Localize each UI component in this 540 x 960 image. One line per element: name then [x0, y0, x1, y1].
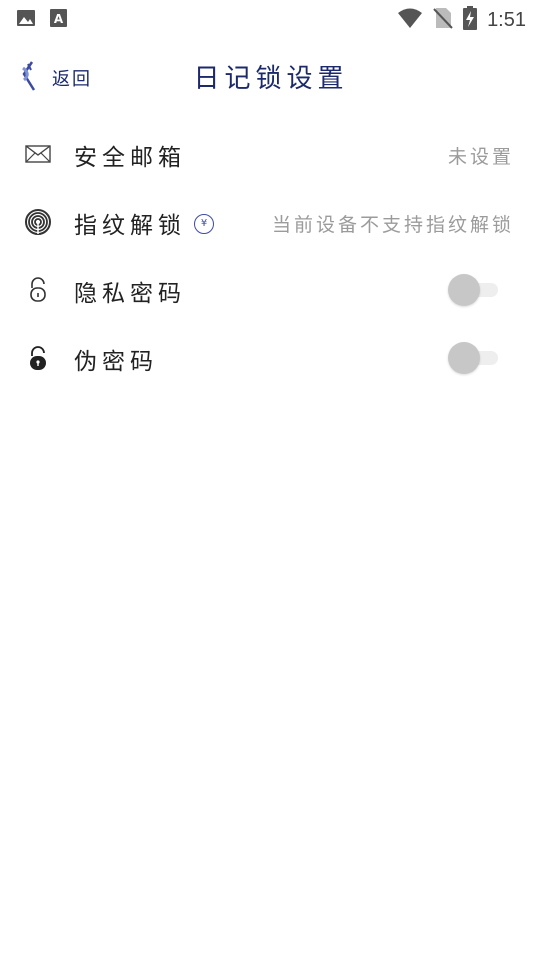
settings-label: 指纹解锁 [74, 213, 186, 239]
page-title: 日记锁设置 [193, 64, 349, 94]
settings-label: 隐私密码 [74, 281, 186, 307]
mail-icon [24, 140, 52, 168]
battery-charging-icon [463, 6, 478, 35]
toggle-thumb [448, 274, 480, 306]
fingerprint-icon [24, 208, 52, 236]
unlocked-padlock-icon [24, 276, 52, 304]
security-email-value: 未设置 [447, 146, 514, 168]
padlock-icon [24, 344, 52, 372]
settings-row-fingerprint[interactable]: 指纹解锁 ¥ 当前设备不支持指纹解锁 [0, 188, 540, 256]
settings-row-fake-password: 伪密码 [0, 324, 540, 392]
clock: 1:51 [487, 9, 526, 31]
svg-text:A: A [54, 12, 64, 26]
no-sim-icon [433, 7, 453, 34]
toggle-thumb [448, 342, 480, 374]
yen-circle-icon[interactable]: ¥ [194, 214, 214, 234]
wifi-icon [397, 7, 423, 34]
text-app-icon: A [50, 8, 68, 33]
settings-row-security-email[interactable]: 安全邮箱 未设置 [0, 120, 540, 188]
fingerprint-status: 当前设备不支持指纹解锁 [271, 214, 514, 236]
settings-label: 伪密码 [74, 349, 158, 375]
fake-password-toggle[interactable] [448, 342, 500, 374]
top-bar: 返回 日记锁设置 [0, 48, 540, 104]
gallery-icon [16, 8, 36, 33]
settings-row-privacy-password: 隐私密码 [0, 256, 540, 324]
status-bar: A 1:51 [0, 0, 540, 36]
settings-label: 安全邮箱 [74, 145, 186, 171]
privacy-password-toggle[interactable] [448, 274, 500, 306]
